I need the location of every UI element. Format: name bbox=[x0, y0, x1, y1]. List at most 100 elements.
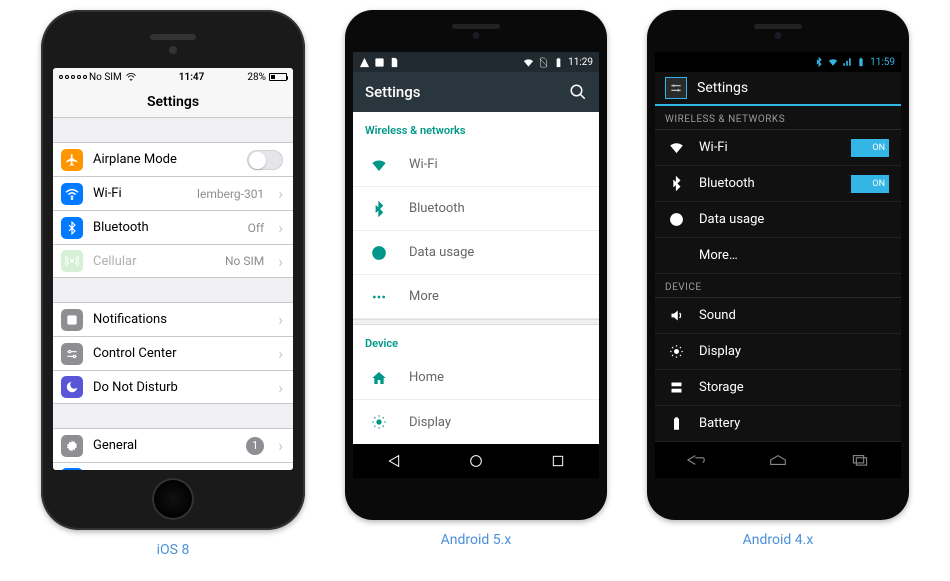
bluetooth-label: Bluetooth bbox=[409, 201, 465, 216]
section-wireless-header: WIRELESS & NETWORKS bbox=[655, 106, 901, 130]
display-icon bbox=[667, 344, 685, 359]
page-title: Settings bbox=[697, 80, 748, 96]
wifi-status-icon bbox=[523, 57, 534, 68]
signal-icon bbox=[842, 57, 852, 67]
android4-status-bar: 11:59 bbox=[655, 52, 901, 72]
sound-row[interactable]: Sound bbox=[655, 298, 901, 334]
battery-label: Battery bbox=[699, 416, 889, 431]
battery-icon bbox=[667, 416, 685, 431]
home-button[interactable] bbox=[468, 453, 484, 469]
notifications-label: Notifications bbox=[93, 312, 264, 327]
no-sim-icon bbox=[538, 57, 549, 68]
more-label: More… bbox=[699, 248, 889, 263]
storage-row[interactable]: Storage bbox=[655, 370, 901, 406]
more-icon bbox=[369, 289, 389, 305]
wifi-status-icon bbox=[828, 57, 838, 67]
airplane-switch[interactable] bbox=[247, 150, 283, 170]
wifi-toggle[interactable]: ON bbox=[851, 139, 889, 157]
carrier-label: No SIM bbox=[89, 72, 122, 83]
dnd-row[interactable]: Do Not Disturb › bbox=[53, 370, 293, 404]
sound-icon bbox=[667, 308, 685, 323]
section-device-header: DEVICE bbox=[655, 274, 901, 298]
bluetooth-value: Off bbox=[248, 221, 265, 235]
cellular-row: Cellular No SIM › bbox=[53, 244, 293, 278]
data-usage-label: Data usage bbox=[409, 245, 474, 260]
storage-icon bbox=[667, 380, 685, 395]
bluetooth-icon bbox=[667, 176, 685, 191]
home-button[interactable] bbox=[767, 453, 789, 467]
general-row[interactable]: General 1 › bbox=[53, 428, 293, 462]
search-icon[interactable] bbox=[569, 83, 587, 101]
android4-screen: 11:59 Settings WIRELESS & NETWORKS Wi-Fi… bbox=[655, 52, 901, 478]
control-center-row[interactable]: Control Center › bbox=[53, 336, 293, 370]
android5-navbar bbox=[353, 444, 599, 478]
recents-button[interactable] bbox=[550, 453, 566, 469]
wifi-value: lemberg-301 bbox=[197, 187, 264, 201]
wifi-row[interactable]: Wi-Fi ON bbox=[655, 130, 901, 166]
wifi-label: Wi-Fi bbox=[93, 186, 187, 201]
picture-icon bbox=[374, 57, 385, 68]
moon-icon bbox=[61, 376, 83, 398]
android4-caption: Android 4.x bbox=[743, 532, 814, 548]
bluetooth-toggle[interactable]: ON bbox=[851, 175, 889, 193]
wifi-row[interactable]: Wi-Fi lemberg-301 › bbox=[53, 176, 293, 210]
android5-status-bar: 11:29 bbox=[353, 52, 599, 72]
clock-label: 11:59 bbox=[870, 57, 895, 68]
battery-status-icon bbox=[553, 57, 564, 68]
section-wireless-header: Wireless & networks bbox=[353, 112, 599, 143]
wifi-label: Wi-Fi bbox=[409, 157, 438, 172]
display-brightness-row[interactable]: AA Display & Brightness › bbox=[53, 462, 293, 470]
bluetooth-row[interactable]: Bluetooth ON bbox=[655, 166, 901, 202]
data-usage-row[interactable]: Data usage bbox=[655, 202, 901, 238]
display-row[interactable]: Display bbox=[655, 334, 901, 370]
more-row[interactable]: More… bbox=[655, 238, 901, 274]
bluetooth-icon bbox=[61, 217, 83, 239]
recents-button[interactable] bbox=[849, 453, 871, 467]
home-row[interactable]: Home bbox=[353, 356, 599, 400]
back-button[interactable] bbox=[386, 453, 402, 469]
chevron-right-icon: › bbox=[278, 378, 283, 397]
dnd-label: Do Not Disturb bbox=[93, 380, 264, 395]
wifi-label: Wi-Fi bbox=[699, 140, 837, 155]
home-button[interactable] bbox=[152, 478, 194, 520]
more-label: More bbox=[409, 289, 439, 304]
control-center-icon bbox=[61, 343, 83, 365]
battery-row[interactable]: Battery bbox=[655, 406, 901, 442]
more-row[interactable]: More bbox=[353, 275, 599, 319]
bluetooth-status-icon bbox=[814, 57, 824, 67]
home-icon bbox=[369, 370, 389, 386]
sim-icon bbox=[389, 57, 400, 68]
warning-icon bbox=[359, 57, 370, 68]
display-icon bbox=[369, 414, 389, 430]
android5-device: 11:29 Settings Wireless & networks Wi-Fi bbox=[345, 10, 607, 520]
battery-pct-label: 28% bbox=[247, 72, 266, 83]
chevron-right-icon: › bbox=[278, 252, 283, 271]
airplane-label: Airplane Mode bbox=[93, 152, 237, 167]
page-title: Settings bbox=[365, 83, 421, 101]
bluetooth-row[interactable]: Bluetooth bbox=[353, 187, 599, 231]
notifications-row[interactable]: Notifications › bbox=[53, 302, 293, 336]
clock-label: 11:47 bbox=[179, 72, 205, 83]
display-row[interactable]: Display bbox=[353, 400, 599, 444]
wifi-icon bbox=[61, 183, 83, 205]
airplane-icon bbox=[61, 149, 83, 171]
wifi-row[interactable]: Wi-Fi bbox=[353, 143, 599, 187]
data-usage-row[interactable]: Data usage bbox=[353, 231, 599, 275]
home-label: Home bbox=[409, 370, 444, 385]
wifi-icon bbox=[667, 140, 685, 155]
iphone-device: No SIM 11:47 28% Settings bbox=[41, 10, 305, 530]
back-button[interactable] bbox=[685, 453, 707, 467]
chevron-right-icon: › bbox=[278, 344, 283, 363]
chevron-right-icon: › bbox=[278, 470, 283, 471]
section-device-header: Device bbox=[353, 325, 599, 356]
page-title: Settings bbox=[147, 94, 199, 110]
chevron-right-icon: › bbox=[278, 310, 283, 329]
airplane-mode-row[interactable]: Airplane Mode bbox=[53, 142, 293, 176]
ios-caption: iOS 8 bbox=[157, 542, 190, 558]
ios-navbar: Settings bbox=[53, 86, 293, 118]
android5-caption: Android 5.x bbox=[441, 532, 512, 548]
control-center-label: Control Center bbox=[93, 346, 264, 361]
battery-status-icon bbox=[856, 57, 866, 67]
bluetooth-row[interactable]: Bluetooth Off › bbox=[53, 210, 293, 244]
ios-screen: No SIM 11:47 28% Settings bbox=[53, 68, 293, 470]
